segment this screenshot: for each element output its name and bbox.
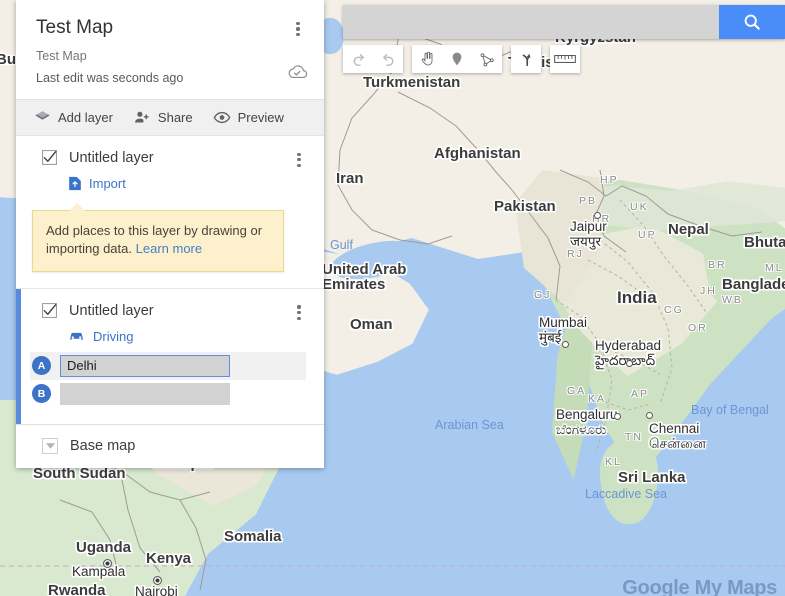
redo-icon xyxy=(382,53,393,66)
layer-name[interactable]: Untitled layer xyxy=(69,150,154,166)
caret-down-icon xyxy=(42,437,58,454)
panel-header: Test Map Test Map Last edit was seconds … xyxy=(16,0,324,99)
map-toolbar[interactable] xyxy=(343,45,589,73)
checkbox-checked-icon xyxy=(42,303,57,319)
redo-button[interactable] xyxy=(373,45,403,73)
base-map-label: Base map xyxy=(70,437,136,454)
travel-mode-label: Driving xyxy=(93,328,134,344)
hand-icon xyxy=(421,51,433,66)
draw-line-button[interactable] xyxy=(472,45,502,73)
checkbox-checked-icon xyxy=(42,150,57,166)
person-add-icon xyxy=(134,111,149,123)
car-icon xyxy=(70,333,83,341)
panel-menu-button[interactable] xyxy=(286,16,310,42)
map-search-bar[interactable] xyxy=(343,5,785,39)
more-vert-icon xyxy=(297,305,301,309)
import-tooltip: Add places to this layer by drawing or i… xyxy=(32,201,284,272)
layer-visibility-checkbox[interactable] xyxy=(42,303,57,319)
import-icon xyxy=(69,176,81,190)
layer-header[interactable]: Untitled layer xyxy=(16,136,324,176)
toolbar-group-history xyxy=(343,45,403,73)
search-icon xyxy=(744,14,760,30)
map-city-dot xyxy=(626,360,633,367)
map-description[interactable]: Test Map xyxy=(36,49,304,63)
layer-visibility-checkbox[interactable] xyxy=(42,150,57,166)
waypoint-input-b[interactable] xyxy=(60,382,230,405)
page-title[interactable]: Test Map xyxy=(36,17,304,40)
undo-button[interactable] xyxy=(343,45,373,73)
share-button[interactable]: Share xyxy=(133,109,193,126)
layer-header[interactable]: Untitled layer xyxy=(16,289,324,329)
map-city-dot xyxy=(103,559,112,568)
cloud-done-icon xyxy=(288,65,308,78)
ruler-icon xyxy=(554,55,576,63)
add-directions-button[interactable] xyxy=(511,45,541,73)
more-vert-icon xyxy=(297,152,301,156)
import-label: Import xyxy=(89,175,126,191)
waypoint-marker-a[interactable]: A xyxy=(32,356,51,376)
measure-button[interactable] xyxy=(550,45,580,73)
directions-icon xyxy=(521,53,530,66)
toolbar-group-measure xyxy=(550,45,580,73)
tooltip-learn-more-link[interactable]: Learn more xyxy=(136,241,202,256)
preview-button[interactable]: Preview xyxy=(213,109,284,126)
map-city-dot xyxy=(594,212,601,219)
map-city-dot xyxy=(646,412,653,419)
waypoint-input-a[interactable] xyxy=(60,354,230,377)
add-marker-button[interactable] xyxy=(442,45,472,73)
search-button[interactable] xyxy=(719,5,785,39)
preview-label: Preview xyxy=(237,109,284,125)
more-vert-icon xyxy=(296,21,300,25)
layer-block-2: Untitled layer Driving A B xyxy=(16,287,324,424)
undo-icon xyxy=(353,53,364,66)
marker-icon xyxy=(452,52,462,66)
layers-icon xyxy=(35,110,50,120)
layer-menu-button[interactable] xyxy=(288,301,310,325)
travel-mode-selector[interactable]: Driving xyxy=(68,329,133,344)
waypoint-row-b[interactable]: B xyxy=(30,380,306,408)
map-city-dot xyxy=(614,413,621,420)
eye-icon xyxy=(213,111,230,123)
layer-menu-button[interactable] xyxy=(288,148,310,172)
map-city-dot xyxy=(562,341,569,348)
hand-select-button[interactable] xyxy=(412,45,442,73)
layer-body: Driving A B xyxy=(16,329,324,424)
map-city-dot xyxy=(153,576,162,585)
toolbar-group-draw xyxy=(412,45,502,73)
last-edit-status: Last edit was seconds ago xyxy=(36,70,184,85)
layer-body: Import Add places to this layer by drawi… xyxy=(16,176,324,288)
search-input[interactable] xyxy=(343,5,719,39)
panel-action-bar: Add layer Share Preview xyxy=(16,98,324,136)
map-editor-panel: Test Map Test Map Last edit was seconds … xyxy=(16,0,324,468)
share-label: Share xyxy=(157,109,193,125)
line-icon xyxy=(480,52,494,66)
layer-block-1: Untitled layer Import Add places to this… xyxy=(16,135,324,288)
import-link[interactable]: Import xyxy=(68,176,126,191)
save-status xyxy=(286,64,308,85)
base-map-selector[interactable]: Base map xyxy=(16,423,324,468)
waypoint-row-a[interactable]: A xyxy=(30,351,306,380)
add-layer-label: Add layer xyxy=(58,109,113,125)
add-layer-button[interactable]: Add layer xyxy=(34,109,113,126)
waypoint-marker-b[interactable]: B xyxy=(32,384,51,404)
toolbar-group-directions xyxy=(511,45,541,73)
layer-name[interactable]: Untitled layer xyxy=(69,303,154,319)
